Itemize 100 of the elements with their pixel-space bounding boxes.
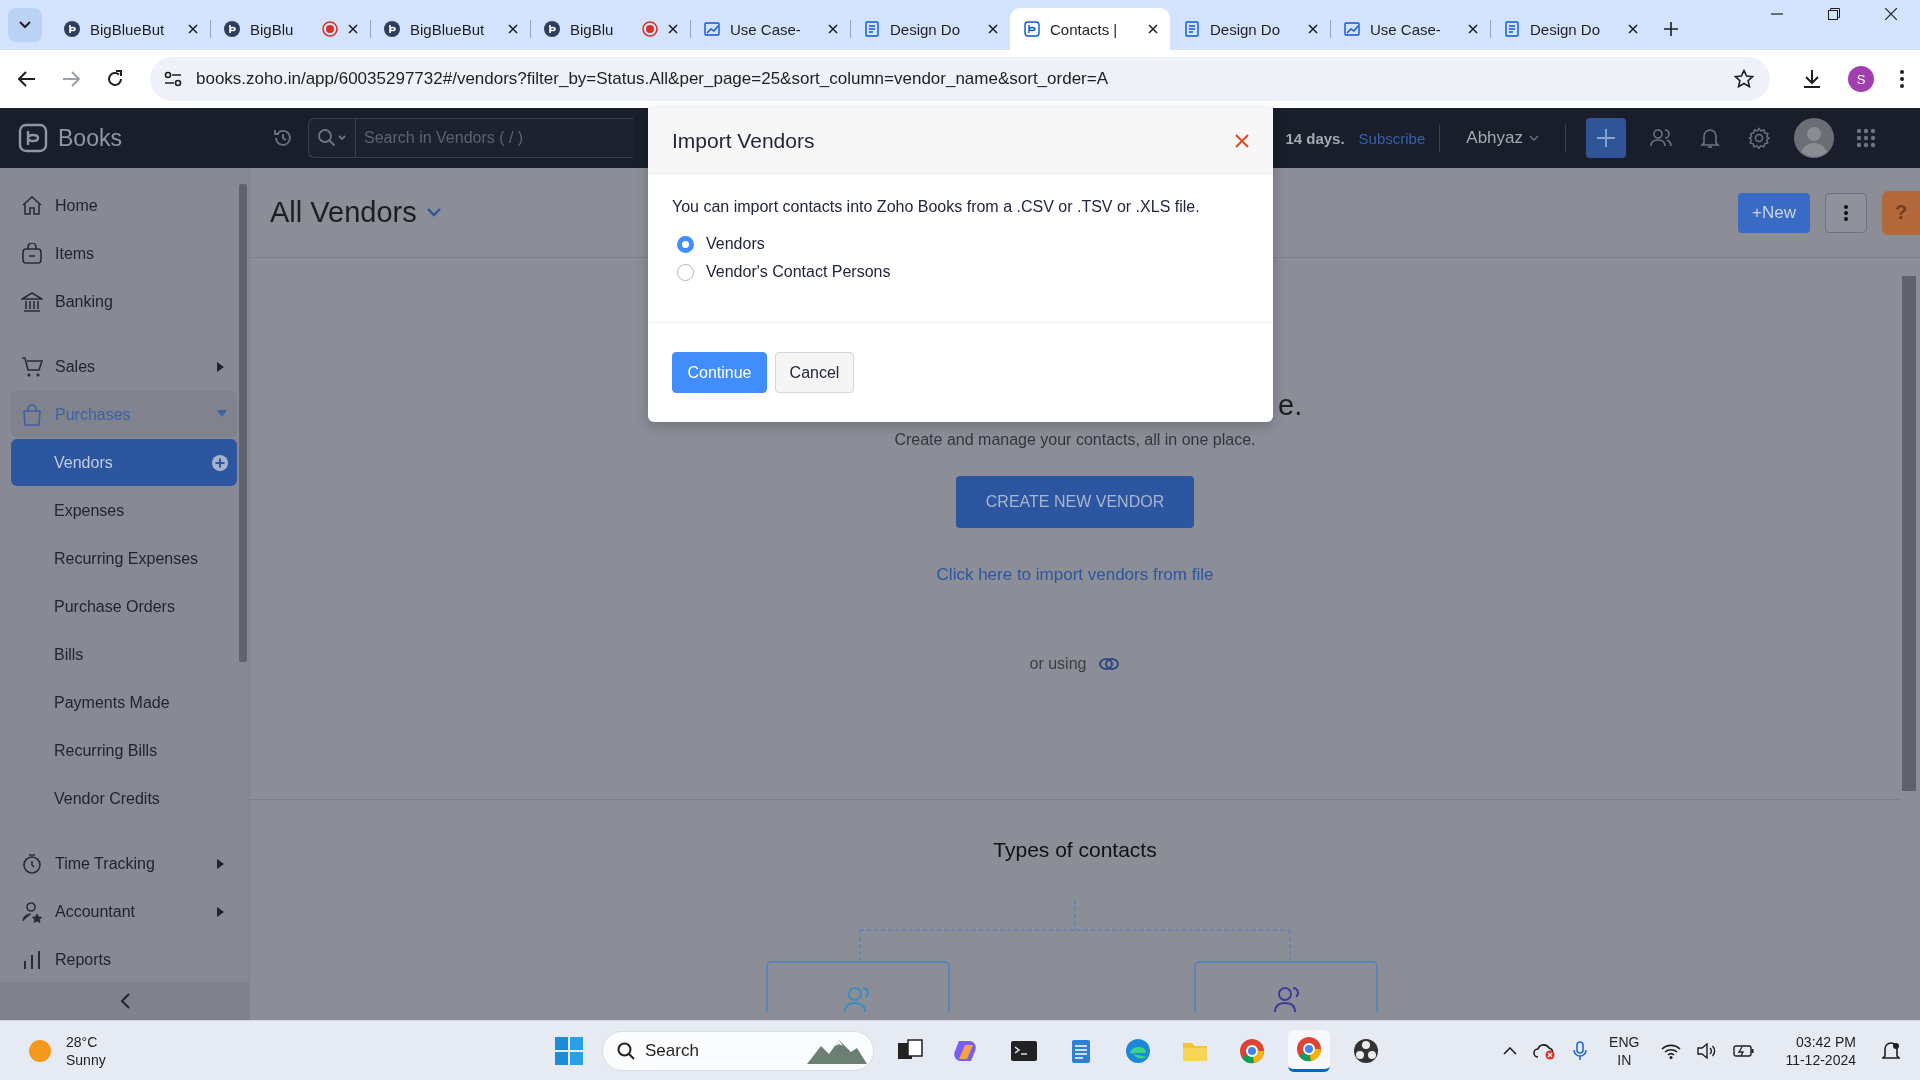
sidebar-item[interactable]: Items [11,230,237,277]
close-icon[interactable] [348,24,358,34]
browser-tab[interactable]: Design Do [1170,8,1330,50]
radio-button[interactable] [677,235,694,253]
tab-title: Design Do [1210,20,1282,38]
avatar-icon[interactable] [1794,118,1834,158]
profile-avatar[interactable]: S [1848,66,1874,92]
page-title: All Vendors [270,196,417,229]
recording-icon [322,21,338,37]
chevron-left-icon [119,993,130,1009]
wifi-icon[interactable] [1661,1042,1682,1059]
url-text: books.zoho.in/app/60035297732#/vendors?filter_by=Status.All&per_page=25&sort_column=vendor_name&sort_order=A [196,69,1109,89]
language-indicator[interactable]: ENG IN [1609,1032,1640,1069]
sidebar-subitem[interactable]: Payments Made [11,679,237,726]
browser-tab[interactable]: Contacts | [1010,8,1170,50]
b-logo-icon [384,21,400,37]
app-name: Books [58,124,122,152]
cancel-button[interactable]: Cancel [775,352,854,393]
recording-icon [642,21,658,37]
browser-tab[interactable]: BigBlu [530,8,690,50]
tab-title: BigBlueBut [410,20,486,38]
battery-icon[interactable] [1733,1043,1756,1058]
linked-rings-icon[interactable] [1098,657,1121,671]
sidebar-item[interactable]: Home [11,182,237,229]
microphone-icon[interactable] [1573,1040,1588,1061]
close-icon[interactable] [1468,24,1478,34]
bar-chart-icon [21,948,43,971]
back-arrow-icon[interactable] [18,71,36,87]
menu-icon[interactable] [1900,70,1904,88]
restore-icon[interactable] [1828,8,1840,20]
sidebar-subitem[interactable]: Recurring Expenses [11,535,237,582]
quick-create-button[interactable] [1586,118,1626,158]
bell-icon[interactable] [1700,127,1720,149]
sidebar-item[interactable]: Accountant [11,888,237,935]
organization-dropdown[interactable]: Abhyaz [1460,127,1545,149]
close-icon[interactable] [828,24,838,34]
sidebar-subitem[interactable]: Bills [11,631,237,678]
continue-button[interactable]: Continue [672,352,767,393]
tab-title: Use Case- [1370,20,1442,38]
close-icon[interactable] [988,24,998,34]
browser-tab[interactable]: Use Case- [690,8,850,50]
close-icon[interactable] [668,24,678,34]
tab-search-button[interactable] [8,8,42,42]
mountains-icon [807,1037,867,1064]
radio-label[interactable]: Vendor's Contact Persons [706,263,891,281]
forward-arrow-icon[interactable] [62,71,80,87]
search-field[interactable]: Search [602,1030,874,1071]
more-options-button[interactable] [1825,192,1867,233]
book-icon [1024,21,1040,37]
create-vendor-button[interactable]: CREATE NEW VENDOR [956,476,1194,528]
windows-logo-icon[interactable] [555,1036,583,1065]
people-icon[interactable] [1650,128,1672,148]
browser-tab[interactable]: Use Case- [1330,8,1490,50]
browser-tab[interactable]: BigBlueBut [370,8,530,50]
sidebar-item[interactable]: Reports [11,936,237,982]
edge-icon [1124,1036,1152,1065]
star-icon[interactable] [1734,69,1754,89]
browser-tab[interactable]: BigBlueBut [50,8,210,50]
sidebar-item[interactable]: Time Tracking [11,840,237,887]
sidebar-subitem[interactable]: Vendor Credits [11,775,237,822]
close-icon[interactable] [1628,24,1638,34]
download-icon[interactable] [1802,69,1822,89]
site-settings-icon[interactable] [164,71,182,87]
subscribe-link[interactable]: Subscribe [1358,129,1426,147]
chrome-icon [1238,1036,1266,1065]
trial-text: 14 days. [1285,129,1345,147]
dialog-message: You can import contacts into Zoho Books from a .CSV or .TSV or .XLS file. [672,198,1201,216]
b-logo-icon [544,21,560,37]
sidebar-subitem[interactable]: Vendors [11,439,237,486]
close-icon[interactable] [1308,24,1318,34]
radio-button[interactable] [677,263,694,281]
history-icon[interactable] [272,127,294,149]
browser-tab[interactable]: Design Do [1490,8,1650,50]
plus-circle-icon[interactable] [211,453,229,472]
close-icon[interactable] [1148,24,1158,34]
sidebar-subitem[interactable]: Expenses [11,487,237,534]
basket-icon [21,242,43,265]
clock[interactable]: 03:42 PM 11-12-2024 [1785,1032,1856,1069]
browser-tab[interactable]: Design Do [850,8,1010,50]
volume-icon[interactable] [1697,1042,1718,1059]
chevron-up-icon[interactable] [1503,1046,1518,1055]
notification-bell-icon[interactable] [1882,1040,1900,1061]
sidebar-item[interactable]: Sales [11,343,237,390]
heading-text: e. [1278,389,1303,421]
browser-tab[interactable]: BigBlu [210,8,370,50]
search-field[interactable]: Search in Vendors ( / ) [308,118,633,158]
radio-label[interactable]: Vendors [706,235,765,253]
close-icon[interactable] [1885,8,1897,20]
cart-icon [21,355,43,378]
close-icon[interactable] [188,24,198,34]
reload-icon[interactable] [106,70,124,88]
sidebar-subitem[interactable]: Purchase Orders [11,583,237,630]
sidebar-item[interactable]: Banking [11,278,237,325]
sidebar-subitem[interactable]: Recurring Bills [11,727,237,774]
settings-icon[interactable] [1748,127,1770,149]
close-icon[interactable] [508,24,518,34]
new-button[interactable]: +New [1738,192,1810,233]
plus-icon[interactable] [1664,22,1678,36]
apps-grid-icon[interactable] [1856,128,1876,148]
address-field[interactable]: books.zoho.in/app/60035297732#/vendors?filter_by=Status.All&per_page=25&sort_column=vendor_name&sort_order=A [150,57,1770,101]
